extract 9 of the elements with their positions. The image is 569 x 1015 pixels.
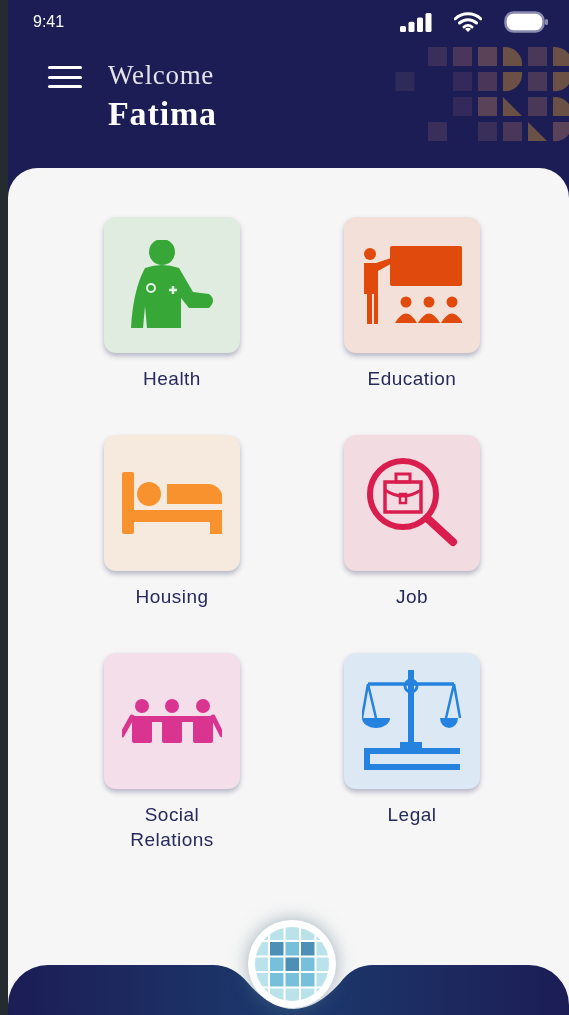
category-label: Housing: [134, 585, 210, 609]
welcome-greeting: Welcome: [108, 59, 215, 92]
category-label: Social Relations: [129, 803, 215, 852]
status-time: 9:41: [33, 12, 65, 32]
category-label: Health: [142, 367, 202, 391]
category-label: Education: [366, 367, 458, 391]
user-name: Fatima: [108, 94, 217, 134]
category-label: Job: [394, 585, 430, 609]
category-label: Legal: [386, 803, 438, 827]
